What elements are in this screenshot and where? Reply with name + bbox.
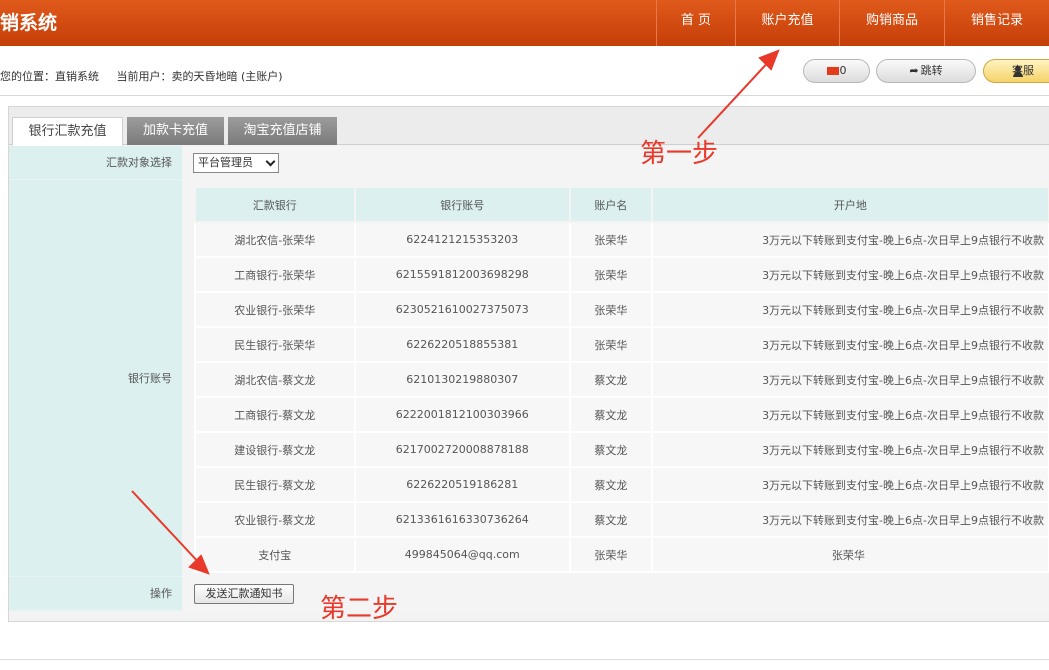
customer-service-button[interactable]: 客服 [983,59,1049,83]
step1-annotation: 第一步 [640,139,719,169]
messages-button[interactable]: 0 [803,59,870,83]
target-select-value: 平台管理员 [198,156,253,169]
bank-name-cell: 支付宝 [194,536,356,573]
header-account-name: 账户名 [568,186,653,223]
branch-note-cell: 3万元以下转账到支付宝-晚上6点-次日早上9点银行不收款 [650,326,1049,363]
bank-name-cell: 农业银行-蔡文龙 [194,501,356,538]
bank-name-cell: 民生银行-蔡文龙 [194,466,356,503]
spacer [0,96,1049,106]
message-count: 0 [839,64,847,77]
redo-arrow-icon: ➦ [909,64,919,77]
user-icon [1013,66,1023,77]
step2-annotation: 第二步 [320,594,399,624]
account-number-cell: 6217002720008878188 [353,431,571,468]
main-nav: 首 页 账户充值 购销商品 销售记录 [656,0,1049,46]
account-number-cell: 6224121215353203 [353,221,571,258]
tab-taobao-store[interactable]: 淘宝充值店铺 [228,117,337,145]
envelope-icon [826,67,839,75]
bank-name-cell: 工商银行-张荣华 [194,256,356,293]
table-row: 民生银行-张荣华 6226220518855381 张荣华 3万元以下转账到支付宝-晚… [194,326,1049,363]
tab-bank-transfer[interactable]: 银行汇款充值 [12,117,123,146]
bank-table-cell: 汇款银行 银行账号 账户名 开户地 湖北农信-张荣华 62241212153532… [183,180,1049,577]
account-holder-cell: 张荣华 [568,291,653,328]
tab-card-recharge[interactable]: 加款卡充值 [127,117,224,145]
table-row: 农业银行-张荣华 6230521610027375073 张荣华 3万元以下转账到支付… [194,291,1049,328]
header-account-number: 银行账号 [353,186,571,223]
app-title: 销系统 [0,12,58,34]
target-cell: 平台管理员 [183,146,1049,180]
table-row: 建设银行-蔡文龙 6217002720008878188 蔡文龙 3万元以下转账到支付… [194,431,1049,468]
account-number-cell: 6230521610027375073 [353,291,571,328]
nav-account-recharge[interactable]: 账户充值 [735,0,839,46]
bank-name-cell: 建设银行-蔡文龙 [194,431,356,468]
branch-note-cell: 3万元以下转账到支付宝-晚上6点-次日早上9点银行不收款 [650,466,1049,503]
account-holder-cell: 蔡文龙 [568,466,653,503]
bank-name-cell: 湖北农信-张荣华 [194,221,356,258]
account-holder-cell: 张荣华 [568,536,653,573]
account-number-cell: 6215591812003698298 [353,256,571,293]
branch-note-cell: 3万元以下转账到支付宝-晚上6点-次日早上9点银行不收款 [650,221,1049,258]
account-number-cell: 6222001812100303966 [353,396,571,433]
bank-name-cell: 农业银行-张荣华 [194,291,356,328]
account-holder-cell: 蔡文龙 [568,431,653,468]
nav-purchase-goods[interactable]: 购销商品 [839,0,944,46]
account-number-cell: 6213361616330736264 [353,501,571,538]
action-cell: 发送汇款通知书 [183,577,1049,611]
header-bank: 汇款银行 [194,186,356,223]
send-remittance-notice-button[interactable]: 发送汇款通知书 [194,584,294,604]
account-number-cell: 6226220518855381 [353,326,571,363]
jump-label: 跳转 [920,64,943,77]
tab-bar: 银行汇款充值 加款卡充值 淘宝充值店铺 [9,107,1049,146]
account-holder-cell: 张荣华 [568,256,653,293]
table-row: 工商银行-蔡文龙 6222001812100303966 蔡文龙 3万元以下转账到支付… [194,396,1049,433]
branch-note-cell: 3万元以下转账到支付宝-晚上6点-次日早上9点银行不收款 [650,256,1049,293]
table-row: 支付宝 499845064@qq.com 张荣华 张荣华 [194,536,1049,573]
table-row: 民生银行-蔡文龙 6226220519186281 蔡文龙 3万元以下转账到支付宝-晚… [194,466,1049,503]
table-row: 农业银行-蔡文龙 6213361616330736264 蔡文龙 3万元以下转账到支付… [194,501,1049,538]
nav-sales-records[interactable]: 销售记录 [944,0,1049,46]
info-bar: 您的位置：直销系统 当前用户：卖的天昏地暗 (主账户) 0 ➦ 跳转 客服 [0,46,1049,96]
branch-note-cell: 3万元以下转账到支付宝-晚上6点-次日早上9点银行不收款 [650,361,1049,398]
recharge-panel: 银行汇款充值 加款卡充值 淘宝充值店铺 汇款对象选择 平台管理员 银行账号 汇款… [8,106,1049,622]
location-text: 您的位置：直销系统 [0,70,99,83]
branch-note-cell: 3万元以下转账到支付宝-晚上6点-次日早上9点银行不收款 [650,396,1049,433]
table-row: 工商银行-张荣华 6215591812003698298 张荣华 3万元以下转账到支付… [194,256,1049,293]
account-number-cell: 6210130219880307 [353,361,571,398]
action-label: 操作 [9,577,182,611]
target-label: 汇款对象选择 [9,146,182,180]
account-holder-cell: 蔡文龙 [568,396,653,433]
bank-name-cell: 民生银行-张荣华 [194,326,356,363]
table-row: 湖北农信-张荣华 6224121215353203 张荣华 3万元以下转账到支付宝-晚… [194,221,1049,258]
breadcrumb: 您的位置：直销系统 当前用户：卖的天昏地暗 (主账户) [0,68,297,84]
account-holder-cell: 蔡文龙 [568,361,653,398]
branch-note-cell: 3万元以下转账到支付宝-晚上6点-次日早上9点银行不收款 [650,291,1049,328]
account-number-cell: 499845064@qq.com [353,536,571,573]
branch-note-cell: 3万元以下转账到支付宝-晚上6点-次日早上9点银行不收款 [650,501,1049,538]
branch-note-cell: 3万元以下转账到支付宝-晚上6点-次日早上9点银行不收款 [650,431,1049,468]
header-branch: 开户地 [650,186,1049,223]
bank-accounts-table: 汇款银行 银行账号 账户名 开户地 湖北农信-张荣华 62241212153532… [194,186,1049,573]
branch-note-cell: 张荣华 [650,536,1049,573]
target-select[interactable]: 平台管理员 [193,153,279,173]
nav-home[interactable]: 首 页 [656,0,735,46]
account-holder-cell: 张荣华 [568,221,653,258]
bank-name-cell: 湖北农信-蔡文龙 [194,361,356,398]
account-holder-cell: 蔡文龙 [568,501,653,538]
footer-divider [0,659,1049,660]
bank-account-label: 银行账号 [9,180,182,577]
bank-name-cell: 工商银行-蔡文龙 [194,396,356,433]
jump-button[interactable]: ➦ 跳转 [876,59,976,83]
top-header: 销系统 首 页 账户充值 购销商品 销售记录 [0,0,1049,46]
current-user-text: 当前用户：卖的天昏地暗 (主账户) [116,70,283,83]
chevron-down-icon [265,156,276,167]
account-holder-cell: 张荣华 [568,326,653,363]
account-number-cell: 6226220519186281 [353,466,571,503]
table-header-row: 汇款银行 银行账号 账户名 开户地 [194,186,1049,223]
table-row: 湖北农信-蔡文龙 6210130219880307 蔡文龙 3万元以下转账到支付宝-晚… [194,361,1049,398]
